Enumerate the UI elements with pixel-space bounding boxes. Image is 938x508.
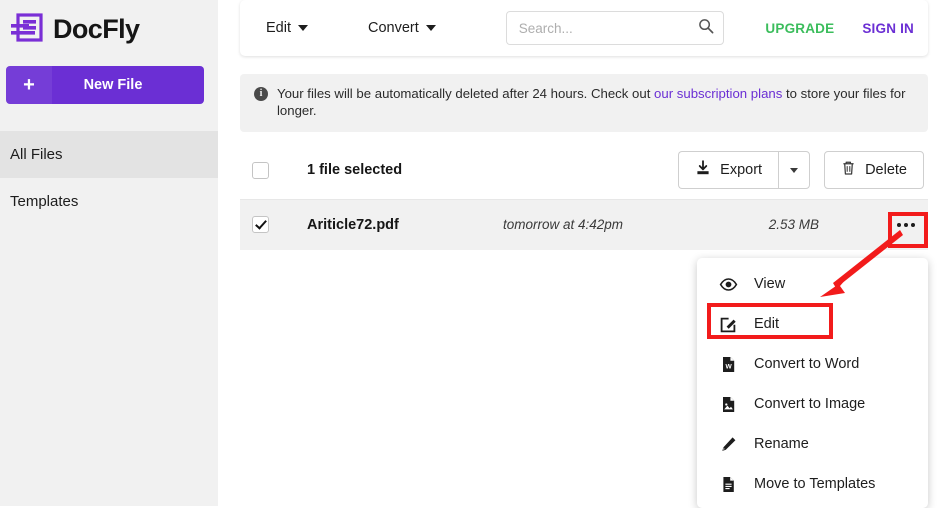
export-dropdown-toggle[interactable] [778, 151, 811, 190]
plus-icon: + [6, 66, 52, 104]
context-menu-item-convert-to-word[interactable]: W Convert to Word [697, 344, 928, 384]
retention-banner: i Your files will be automatically delet… [240, 74, 928, 132]
sign-in-link[interactable]: SIGN IN [862, 21, 914, 36]
sidebar-item-label: All Files [10, 146, 63, 163]
image-file-icon [719, 395, 738, 414]
eye-icon [719, 275, 738, 294]
file-name: Ariticle72.pdf [307, 216, 399, 233]
edit-menu-button[interactable]: Edit [262, 14, 312, 42]
new-file-container: + New File [0, 46, 218, 104]
info-icon: i [254, 87, 268, 101]
context-menu-item-convert-to-image[interactable]: Convert to Image [697, 384, 928, 424]
sidebar-item-label: Templates [10, 193, 79, 210]
context-menu-label: Edit [754, 316, 779, 332]
brand: DocFly [0, 0, 218, 46]
sidebar-item-all-files[interactable]: All Files [0, 131, 218, 178]
brand-name: DocFly [53, 13, 140, 44]
ellipsis-icon[interactable] [888, 210, 924, 240]
trash-icon [841, 160, 856, 180]
context-menu-item-edit[interactable]: Edit [697, 304, 928, 344]
new-file-button[interactable]: + New File [6, 66, 204, 104]
context-menu-label: Convert to Image [754, 396, 866, 412]
banner-text: Your files will be automatically deleted… [277, 85, 912, 120]
edit-menu-label: Edit [266, 20, 291, 36]
delete-button[interactable]: Delete [824, 151, 924, 190]
selection-count-label: 1 file selected [307, 162, 403, 179]
select-all-checkbox[interactable] [252, 161, 269, 179]
search-input[interactable] [516, 19, 698, 37]
context-menu-item-view[interactable]: View [697, 264, 928, 304]
file-modified: tomorrow at 4:42pm [503, 217, 624, 233]
row-checkbox[interactable] [252, 216, 269, 234]
edit-square-icon [719, 315, 738, 334]
upgrade-link[interactable]: UPGRADE [765, 21, 834, 36]
chevron-down-icon [298, 25, 308, 31]
context-menu-label: Convert to Word [754, 356, 860, 372]
file-context-menu: View Edit W Convert to Word Convert to I… [697, 258, 928, 508]
export-button[interactable]: Export [678, 151, 779, 190]
chevron-down-icon [790, 167, 799, 173]
export-split-button: Export [678, 151, 811, 190]
selection-toolbar: 1 file selected Export Delete [240, 142, 928, 200]
download-icon [695, 160, 711, 180]
sidebar-nav: All Files Templates [0, 131, 218, 225]
word-file-icon: W [719, 355, 738, 374]
dot [911, 222, 915, 227]
dot [897, 222, 901, 227]
docfly-logo-icon [10, 12, 44, 46]
delete-label: Delete [865, 162, 907, 179]
subscription-plans-link[interactable]: our subscription plans [654, 86, 782, 101]
new-file-label: New File [83, 77, 143, 93]
search-box[interactable] [505, 11, 724, 45]
file-icon [719, 475, 738, 494]
svg-text:W: W [725, 363, 732, 370]
pencil-icon [719, 435, 738, 454]
sidebar-item-templates[interactable]: Templates [0, 178, 218, 225]
banner-text-before: Your files will be automatically deleted… [277, 86, 651, 101]
context-menu-label: Rename [754, 436, 809, 452]
convert-menu-label: Convert [368, 20, 419, 36]
context-menu-label: Move to Templates [754, 476, 876, 492]
context-menu-label: View [754, 276, 786, 292]
convert-menu-button[interactable]: Convert [364, 14, 440, 42]
file-size: 2.53 MB [768, 217, 819, 233]
sidebar: DocFly + New File All Files Templates [0, 0, 218, 506]
search-icon[interactable] [698, 18, 714, 39]
table-row[interactable]: Ariticle72.pdf tomorrow at 4:42pm 2.53 M… [240, 199, 928, 250]
chevron-down-icon [425, 25, 436, 31]
export-label: Export [720, 162, 763, 179]
context-menu-item-rename[interactable]: Rename [697, 424, 928, 464]
context-menu-item-move-to-templates[interactable]: Move to Templates [697, 464, 928, 504]
dot [904, 222, 908, 227]
toolbar: Edit Convert UPGRADE SIGN IN [240, 0, 928, 56]
